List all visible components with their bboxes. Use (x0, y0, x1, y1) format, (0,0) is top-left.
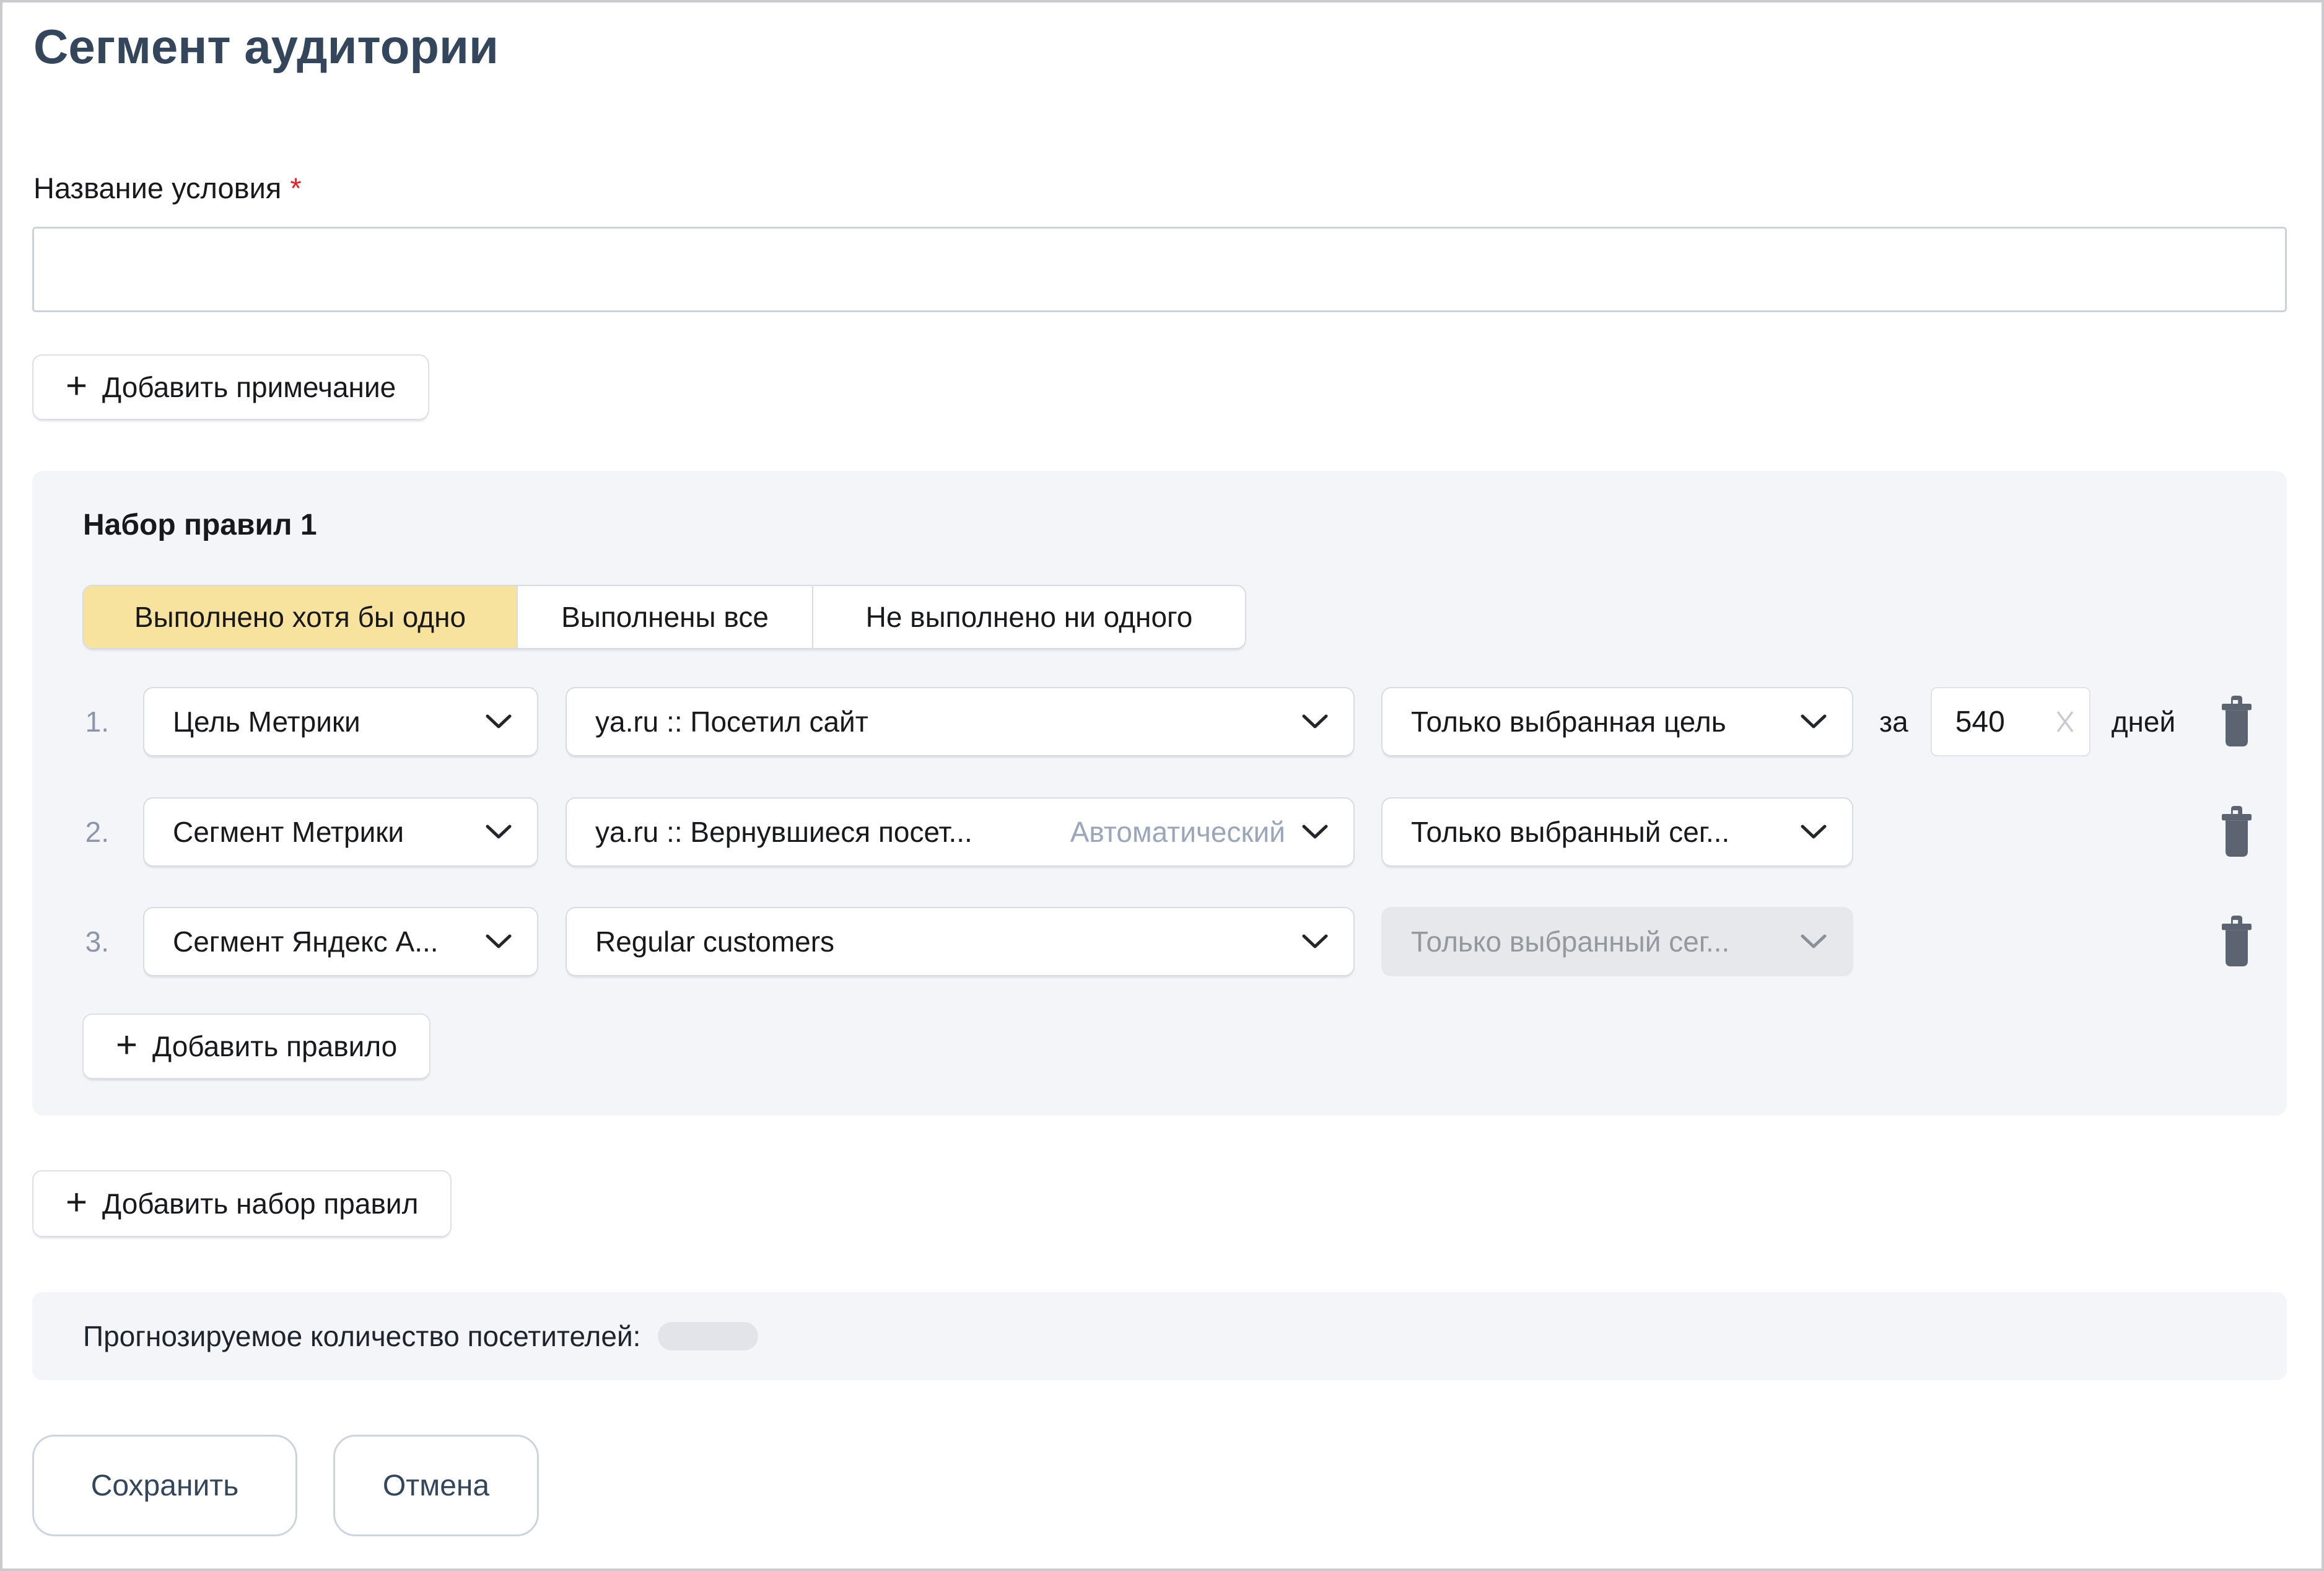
condition-name-label: Название условия * (33, 171, 302, 205)
match-mode-all-button[interactable]: Выполнены все (517, 586, 812, 648)
rule-type-value: Сегмент Метрики (173, 815, 485, 849)
rule-scope-select[interactable]: Только выбранный сег... (1381, 797, 1853, 867)
clear-x-icon[interactable] (2052, 707, 2078, 736)
plus-icon: + (116, 1026, 138, 1064)
rule-value-text: Regular customers (595, 925, 1301, 958)
segment-editor-page: Сегмент аудитории Название условия * + До… (0, 0, 2324, 1571)
rule-value-select[interactable]: ya.ru :: Вернувшиеся посет... Автоматиче… (566, 797, 1355, 867)
rule-value-text: ya.ru :: Вернувшиеся посет... (595, 815, 1070, 849)
forecast-label: Прогнозируемое количество посетителей: (83, 1319, 640, 1353)
chevron-down-icon (1800, 824, 1827, 840)
chevron-down-icon (1800, 934, 1827, 950)
rule-value-text: ya.ru :: Посетил сайт (595, 705, 1301, 738)
rule-scope-text: Только выбранный сег... (1411, 815, 1800, 849)
rule-row: 1. Цель Метрики ya.ru :: Посетил сайт То… (66, 687, 2255, 756)
chevron-down-icon (485, 824, 512, 840)
rule-number: 3. (66, 925, 109, 958)
condition-name-input[interactable] (32, 227, 2287, 312)
delete-rule-button[interactable] (2219, 694, 2255, 750)
add-note-button[interactable]: + Добавить примечание (32, 354, 429, 420)
add-rule-set-button[interactable]: + Добавить набор правил (32, 1170, 452, 1237)
rule-set-panel: Набор правил 1 Выполнено хотя бы одно Вы… (32, 471, 2287, 1116)
plus-icon: + (66, 367, 87, 405)
trash-icon (2219, 804, 2255, 860)
forecast-value-skeleton (658, 1322, 758, 1350)
chevron-down-icon (485, 934, 512, 950)
save-button[interactable]: Сохранить (32, 1435, 297, 1536)
period-days-field (1931, 687, 2090, 756)
match-mode-any-button[interactable]: Выполнено хотя бы одно (84, 586, 517, 648)
chevron-down-icon (1301, 824, 1329, 840)
period-suffix-label: дней (2112, 705, 2176, 738)
plus-icon: + (66, 1184, 87, 1221)
chevron-down-icon (1301, 934, 1329, 950)
rule-row: 3. Сегмент Яндекс А... Regular customers… (66, 907, 2255, 976)
rule-number: 2. (66, 815, 109, 849)
rule-row: 2. Сегмент Метрики ya.ru :: Вернувшиеся … (66, 797, 2255, 867)
match-mode-none-button[interactable]: Не выполнено ни одного (812, 586, 1245, 648)
rule-type-select[interactable]: Сегмент Метрики (143, 797, 538, 867)
auto-badge: Автоматический (1070, 815, 1285, 849)
period-days-input[interactable] (1955, 705, 2036, 739)
rule-number: 1. (66, 705, 109, 738)
trash-icon (2219, 694, 2255, 750)
add-rule-label: Добавить правило (152, 1030, 397, 1063)
rule-scope-select[interactable]: Только выбранная цель (1381, 687, 1853, 756)
add-note-label: Добавить примечание (102, 370, 396, 404)
cancel-button[interactable]: Отмена (333, 1435, 539, 1536)
rule-scope-text: Только выбранный сег... (1411, 925, 1800, 958)
rule-scope-select-disabled: Только выбранный сег... (1381, 907, 1853, 976)
rule-value-select[interactable]: ya.ru :: Посетил сайт (566, 687, 1355, 756)
delete-rule-button[interactable] (2219, 914, 2255, 969)
trash-icon (2219, 914, 2255, 969)
required-asterisk: * (290, 172, 301, 204)
delete-rule-button[interactable] (2219, 804, 2255, 860)
add-rule-set-label: Добавить набор правил (102, 1187, 418, 1220)
page-title: Сегмент аудитории (33, 19, 499, 75)
match-mode-switch: Выполнено хотя бы одно Выполнены все Не … (82, 585, 1246, 649)
chevron-down-icon (1800, 714, 1827, 730)
rule-scope-text: Только выбранная цель (1411, 705, 1800, 738)
chevron-down-icon (485, 714, 512, 730)
chevron-down-icon (1301, 714, 1329, 730)
rule-type-value: Сегмент Яндекс А... (173, 925, 485, 958)
rule-type-value: Цель Метрики (173, 705, 485, 738)
condition-name-label-text: Название условия (33, 172, 281, 204)
rule-set-heading: Набор правил 1 (83, 508, 317, 542)
rule-type-select[interactable]: Сегмент Яндекс А... (143, 907, 538, 976)
add-rule-button[interactable]: + Добавить правило (82, 1013, 430, 1079)
rule-type-select[interactable]: Цель Метрики (143, 687, 538, 756)
period-prefix-label: за (1879, 705, 1908, 738)
forecast-bar: Прогнозируемое количество посетителей: (32, 1292, 2287, 1380)
rule-value-select[interactable]: Regular customers (566, 907, 1355, 976)
